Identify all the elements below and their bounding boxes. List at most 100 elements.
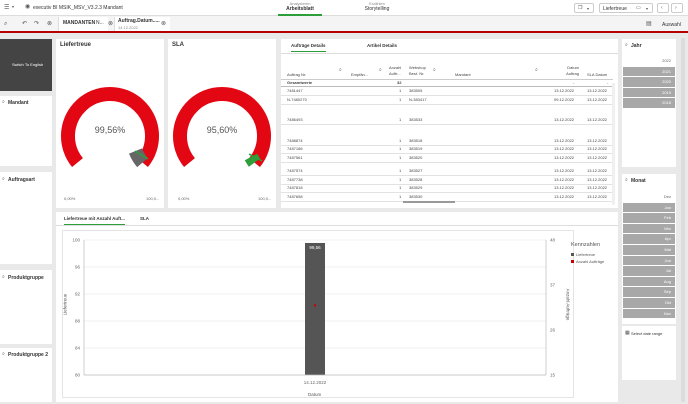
smart-search-icon[interactable]: ⌕	[4, 21, 7, 27]
month-item[interactable]: Feb	[623, 213, 675, 223]
clear-selections-icon[interactable]: ⊗	[47, 21, 52, 27]
month-item[interactable]: Jun	[623, 255, 675, 266]
table-row[interactable]: N-7480270 1 N-383417 09.12.2022 13.12.2022	[281, 96, 613, 105]
table-cell-datum: 13.12.2022	[554, 168, 575, 173]
col-header-mandant[interactable]: Mandant	[455, 72, 471, 77]
chevron-right-icon: ›	[675, 5, 677, 11]
selection-chip-label: Auftrag.Datum.....	[118, 18, 160, 24]
auswahl-label[interactable]: Auswahl	[662, 22, 681, 28]
bookmark-button[interactable]: ❐ ▾	[574, 3, 594, 13]
month-item[interactable]: Mai	[623, 245, 675, 255]
year-item[interactable]: 2018	[623, 98, 675, 108]
month-item[interactable]: Jul	[623, 266, 675, 276]
tab-auftraege-details[interactable]: Aufträge Details	[291, 43, 326, 52]
date-range-label: Select date range	[631, 331, 663, 336]
month-item[interactable]: Aug	[623, 276, 675, 287]
month-item[interactable]: Apr	[623, 234, 675, 244]
prev-sheet-button[interactable]: ‹	[657, 3, 669, 13]
gauge-panel-sla[interactable]: SLA 95,60% 0,00% 100,0...	[168, 39, 276, 208]
selection-forward-icon[interactable]: ↷	[34, 21, 39, 27]
month-item[interactable]: Jan	[623, 202, 675, 213]
nav-analyze[interactable]: Analysieren Arbeitsblatt	[278, 1, 322, 16]
table-cell-anzahl: 1	[399, 117, 402, 122]
filter-mandant[interactable]: ⌕ Mandant	[0, 96, 52, 166]
search-icon[interactable]: ⌕	[339, 68, 342, 73]
search-icon[interactable]: ⌕	[433, 68, 436, 73]
year-item[interactable]: 2019	[623, 87, 675, 97]
table-cell-anzahl: 1	[399, 97, 402, 102]
legend-item-anzahl[interactable]: Anzahl Aufträge	[571, 259, 604, 264]
table-cell-anzahl: 1	[399, 168, 402, 173]
table-row[interactable]: 7488874 1 383518 13.12.2022 13.12.2022	[281, 137, 613, 146]
page-scrollbar[interactable]	[681, 38, 685, 402]
col-header-datum[interactable]: Datum Auftrag	[557, 65, 579, 77]
filter-auftragsart[interactable]: ⌕ Auftragsart	[0, 172, 52, 264]
gauge-remainder	[244, 153, 261, 167]
month-item[interactable]: Nov	[623, 308, 675, 319]
table-row[interactable]: 7487658 1 383530 13.12.2022 13.12.2022	[281, 193, 613, 202]
table-panel: Aufträge Details Artikel Details Auftrag…	[281, 39, 618, 208]
date-range-picker[interactable]: ▦ Select date range	[622, 326, 676, 380]
gauge-panel-liefertreue[interactable]: Liefertreue 99,56% 0,00% 100,0...	[56, 39, 164, 208]
year-item[interactable]: 2020	[623, 77, 675, 87]
month-item[interactable]: Mrz	[623, 223, 675, 234]
filter-produktgruppe[interactable]: ⌕ Produktgruppe	[0, 270, 52, 344]
selections-tool-icon[interactable]: ▤	[646, 21, 652, 27]
table-row[interactable]: 7487186 1 383519 13.12.2022 13.12.2022	[281, 145, 613, 154]
month-item[interactable]: Sep	[623, 287, 675, 297]
table-row[interactable]: 7481447 1 383505 13.12.2022 13.12.2022	[281, 87, 613, 96]
gauge-min-label: 0,00%	[64, 196, 76, 201]
vertical-scrollbar[interactable]	[612, 83, 615, 205]
table-row[interactable]: 7487561 1 383520 13.12.2022 13.12.2022	[281, 154, 613, 163]
gauge-max-label: 100,0...	[146, 196, 160, 201]
dropdown-chevron-icon[interactable]: ▾	[12, 5, 14, 9]
legend[interactable]: Kennzahlen Liefertreue Anzahl Aufträge	[571, 242, 604, 264]
legend-swatch-liefertreue	[571, 253, 574, 256]
selection-chip-mandanten[interactable]: MANDANTEN N...	[58, 17, 108, 31]
search-icon[interactable]: ⌕	[625, 178, 628, 183]
year-item[interactable]: 2022	[623, 56, 675, 66]
switch-language-button[interactable]: Switch To English	[12, 62, 43, 67]
search-icon[interactable]: ⌕	[535, 68, 538, 73]
nav-storytelling[interactable]: Erzählen Storytelling	[355, 1, 399, 12]
table-cell-datum: 13.12.2022	[554, 138, 575, 143]
table-row[interactable]: 7487574 1 383527 13.12.2022 13.12.2022	[281, 167, 613, 176]
selection-back-icon[interactable]: ↶	[22, 21, 27, 27]
nav-analyze-label: Arbeitsblatt	[286, 6, 314, 12]
year-item[interactable]: 2021	[623, 66, 675, 76]
y-tick-label: 80	[75, 373, 81, 378]
sheet-selector[interactable]: Liefertreue ▭ ▾	[599, 3, 653, 13]
month-item[interactable]: Okt	[623, 298, 675, 308]
y-tick-label: 100	[72, 238, 80, 243]
table-row[interactable]: 7486493 1 383533 13.12.2022 13.12.2022	[281, 116, 613, 125]
table-row[interactable]: 7487738 1 383528 13.12.2022 13.12.2022	[281, 176, 613, 185]
table-cell-anzahl: 1	[399, 88, 402, 93]
col-header-sla-datum[interactable]: SLA Datum	[587, 72, 607, 77]
tab-artikel-details[interactable]: Artikel Details	[367, 43, 397, 48]
table-cell-anzahl: 1	[399, 146, 402, 151]
legend-item-liefertreue[interactable]: Liefertreue	[571, 252, 604, 257]
table-cell-nr: 7487738	[287, 177, 303, 182]
legend-label: Liefertreue	[576, 252, 596, 257]
next-sheet-button[interactable]: ›	[671, 3, 683, 13]
row-divider	[281, 162, 613, 163]
table-row[interactable]: 7487818 1 383529 13.12.2022 13.12.2022	[281, 184, 613, 193]
search-icon[interactable]: ⌕	[379, 68, 382, 73]
x-axis-label: Datum	[308, 392, 322, 397]
horizontal-scrollbar[interactable]	[403, 201, 455, 203]
remove-selection-icon[interactable]: ⊗	[108, 21, 113, 27]
total-count: 32	[397, 80, 402, 85]
month-item[interactable]: Dez	[623, 192, 675, 202]
col-header-auftrag-nr[interactable]: Auftrag Nr.	[287, 72, 306, 77]
col-header-webshop[interactable]: Webshop Best. Nr.	[409, 65, 431, 77]
col-header-anzahl[interactable]: Anzahl Auftr...	[389, 65, 407, 77]
search-icon: ⌕	[2, 176, 5, 182]
filter-label: Mandant	[8, 100, 29, 106]
table-cell-sla: 13.12.2022	[587, 177, 608, 182]
remove-selection-icon[interactable]: ⊗	[161, 21, 166, 27]
col-header-empfaenger[interactable]: Empfän...	[351, 72, 368, 77]
filter-produktgruppe-2[interactable]: ⌕ Produktgruppe 2	[0, 348, 52, 402]
search-icon[interactable]: ⌕	[625, 43, 628, 48]
menu-icon[interactable]: ☰	[4, 5, 9, 11]
y2-tick-label: 15	[550, 373, 556, 378]
